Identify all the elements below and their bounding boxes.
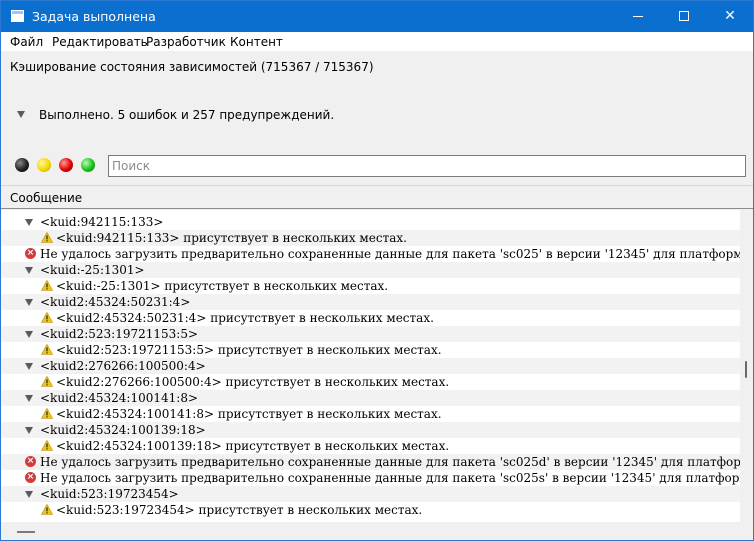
vertical-scrollbar[interactable] [740,210,753,522]
error-icon: × [25,472,36,483]
warning-icon [40,279,54,291]
filter-error-button[interactable] [59,158,73,172]
list-item[interactable]: <kuid2:45324:100139:18> [1,422,740,438]
list-item-text: <kuid:523:19723454> [40,487,179,501]
list-item-text: Не удалось загрузить предварительно сохр… [40,455,740,469]
close-button[interactable]: ✕ [707,1,753,32]
list-item-text: <kuid2:45324:100141:8> присутствует в не… [56,407,442,421]
warning-icon [40,503,54,515]
list-item-text: <kuid:-25:1301> присутствует в нескольки… [56,279,389,293]
list-item[interactable]: <kuid2:45324:100139:18> присутствует в н… [1,438,740,454]
list-item[interactable]: <kuid:942115:133> присутствует в несколь… [1,230,740,246]
minimize-button[interactable] [615,1,661,32]
chevron-down-icon[interactable] [25,491,33,498]
filter-warning-button[interactable] [37,158,51,172]
list-item[interactable]: <kuid2:276266:100500:4> [1,358,740,374]
chevron-down-icon[interactable] [25,267,33,274]
list-item-text: <kuid2:523:19721153:5> присутствует в не… [56,343,442,357]
filter-success-button[interactable] [81,158,95,172]
list-item-text: <kuid2:45324:100141:8> [40,391,199,405]
list-item[interactable]: <kuid:523:19723454> [1,486,740,502]
list-item[interactable]: <kuid2:45324:100141:8> [1,390,740,406]
scroll-thumb[interactable] [745,361,747,378]
list-item-text: <kuid2:523:19721153:5> [40,327,199,341]
chevron-down-icon[interactable] [25,219,33,226]
app-icon [11,10,24,22]
list-item[interactable]: <kuid2:45324:100141:8> присутствует в не… [1,406,740,422]
warning-icon [40,343,54,355]
list-item[interactable]: <kuid:-25:1301> присутствует в нескольки… [1,278,740,294]
warning-icon [40,231,54,243]
list-item-text: <kuid:523:19723454> присутствует в неско… [56,503,423,517]
menu-file[interactable]: Файл [10,35,43,49]
list-item-text: Не удалось загрузить предварительно сохр… [40,471,740,485]
warning-icon [40,311,54,323]
window: Задача выполнена ✕ Файл Редактировать Ра… [0,0,754,541]
list-item[interactable]: <kuid:-25:1301> [1,262,740,278]
list-item-text: <kuid2:45324:100139:18> присутствует в н… [56,439,450,453]
list-item-text: <kuid:942115:133> [40,215,164,229]
close-icon: ✕ [724,8,736,24]
message-list[interactable]: <kuid:942115:133> <kuid:942115:133> прису… [1,210,740,522]
warning-icon [40,375,54,387]
list-item[interactable]: <kuid2:276266:100500:4> присутствует в н… [1,374,740,390]
list-item-text: <kuid:942115:133> присутствует в несколь… [56,231,407,245]
chevron-down-icon[interactable] [25,331,33,338]
chevron-down-icon[interactable] [25,395,33,402]
list-item[interactable]: <kuid2:523:19721153:5> присутствует в не… [1,342,740,358]
list-item-text: Не удалось загрузить предварительно сохр… [40,247,740,261]
menu-bar: Файл Редактировать Разработчик Контент [1,32,753,51]
list-item-text: <kuid2:45324:50231:4> [40,295,191,309]
list-item[interactable]: <kuid2:45324:50231:4> присутствует в нес… [1,310,740,326]
warning-icon [40,407,54,419]
minimize-icon [633,16,643,17]
list-item[interactable]: × Не удалось загрузить предварительно сох… [1,470,740,486]
maximize-button[interactable] [661,1,707,32]
list-item[interactable]: <kuid2:45324:50231:4> [1,294,740,310]
list-item-text: <kuid2:45324:100139:18> [40,423,206,437]
menu-developer[interactable]: Разработчик [146,35,226,49]
chevron-down-icon[interactable] [25,299,33,306]
bottom-panel [1,522,753,540]
list-item[interactable]: <kuid:942115:133> [1,214,740,230]
list-item[interactable]: <kuid2:523:19721153:5> [1,326,740,342]
list-item[interactable]: × Не удалось загрузить предварительно сох… [1,246,740,262]
window-title: Задача выполнена [32,9,156,24]
resize-handle[interactable] [17,531,35,533]
search-input[interactable] [108,155,746,177]
summary-expand-icon[interactable] [17,111,25,118]
warning-icon [40,439,54,451]
list-item-text: <kuid:-25:1301> [40,263,145,277]
list-item-text: <kuid2:276266:100500:4> присутствует в н… [56,375,450,389]
menu-edit[interactable]: Редактировать [52,35,148,49]
list-item[interactable]: × Не удалось загрузить предварительно сох… [1,454,740,470]
error-icon: × [25,248,36,259]
filter-black-button[interactable] [15,158,29,172]
chevron-down-icon[interactable] [25,427,33,434]
error-icon: × [25,456,36,467]
menu-content[interactable]: Контент [230,35,283,49]
list-item[interactable]: <kuid:523:19723454> присутствует в неско… [1,502,740,518]
chevron-down-icon[interactable] [25,363,33,370]
list-item-text: <kuid2:45324:50231:4> присутствует в нес… [56,311,434,325]
list-header[interactable]: Сообщение [1,185,753,209]
maximize-icon [679,11,689,21]
status-line: Кэширование состояния зависимостей (7153… [10,60,374,74]
list-item-text: <kuid2:276266:100500:4> [40,359,206,373]
column-message: Сообщение [10,191,83,205]
title-bar[interactable]: Задача выполнена ✕ [1,1,753,32]
summary-text: Выполнено. 5 ошибок и 257 предупреждений… [39,108,335,122]
